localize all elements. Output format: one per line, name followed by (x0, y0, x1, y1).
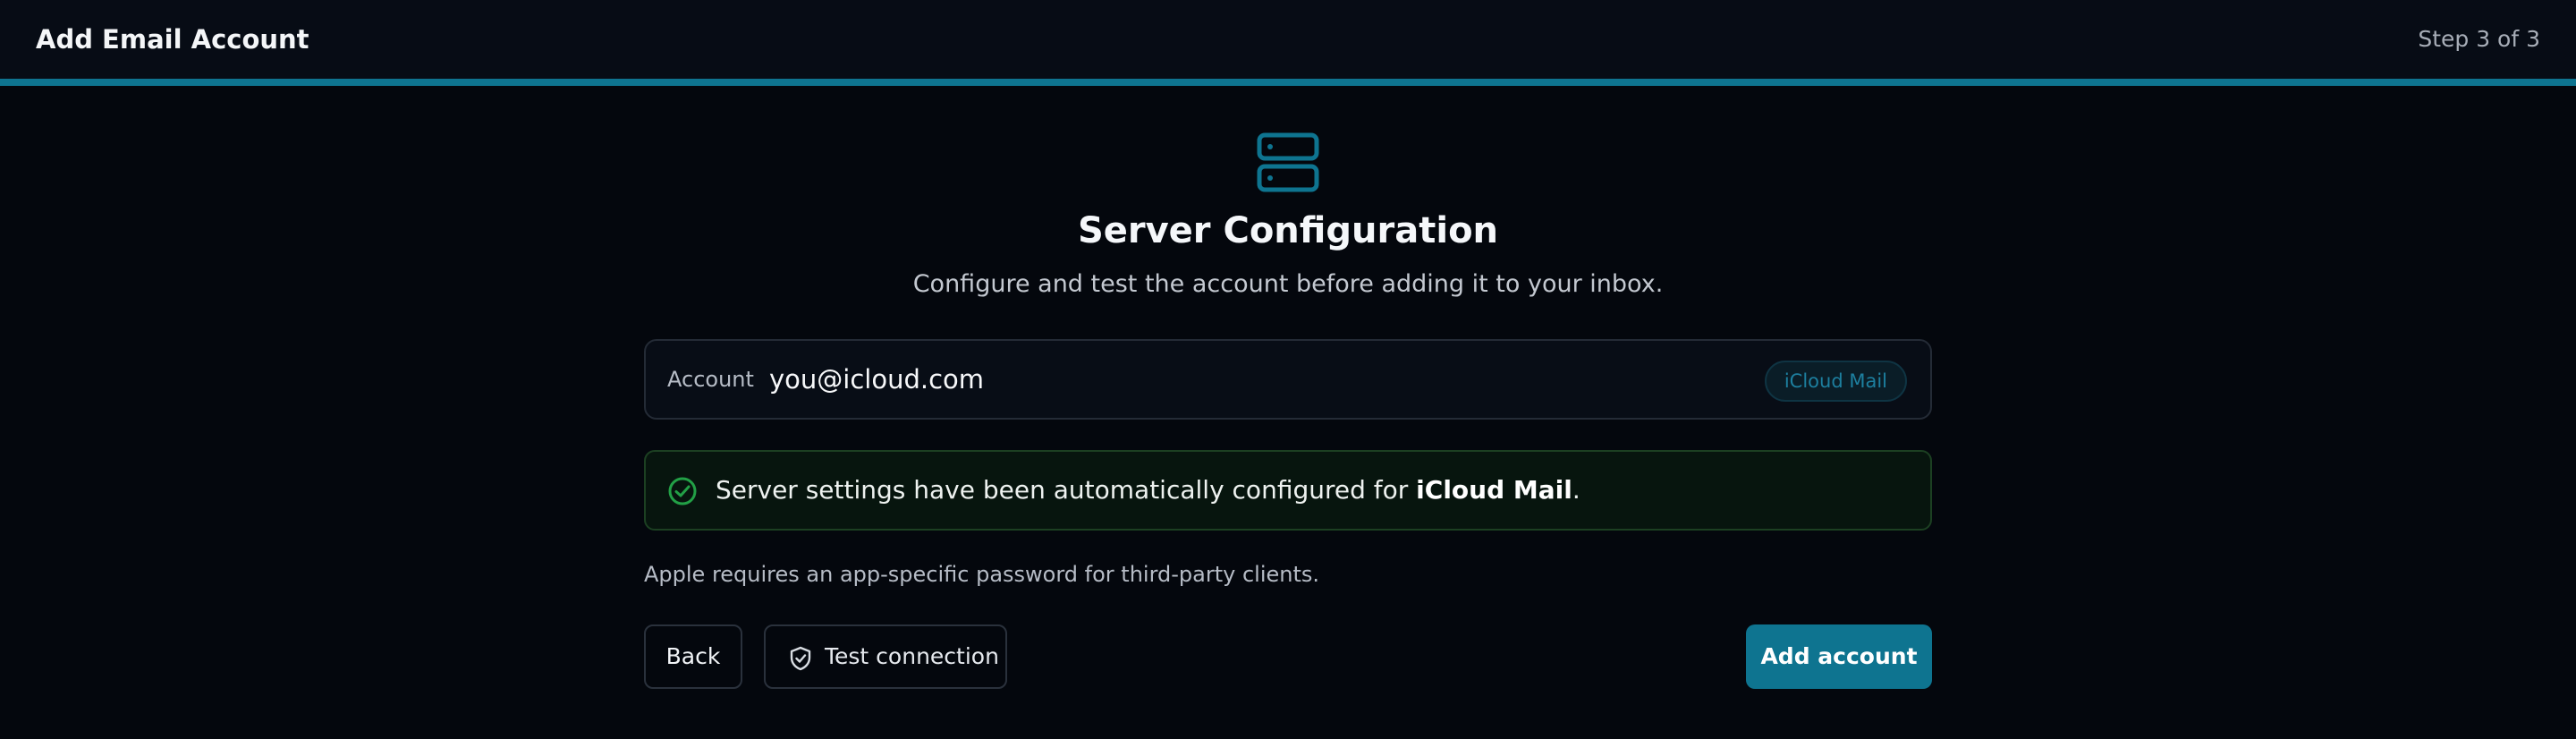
step-indicator: Step 3 of 3 (2418, 26, 2540, 52)
auto-config-message-prefix: Server settings have been automatically … (716, 475, 1417, 505)
back-button[interactable]: Back (644, 624, 742, 689)
provider-badge: iCloud Mail (1764, 361, 1907, 402)
auto-config-message: Server settings have been automatically … (716, 452, 1580, 529)
app-password-note: Apple requires an app-specific password … (644, 562, 1320, 587)
check-circle-icon (668, 477, 697, 505)
auto-config-message-suffix: . (1572, 475, 1580, 505)
account-label: Account (667, 367, 754, 392)
page-subtitle: Configure and test the account before ad… (912, 270, 1664, 298)
test-connection-button[interactable]: Test connection (764, 624, 1007, 689)
dialog-title: Add Email Account (36, 24, 309, 55)
auto-config-provider: iCloud Mail (1416, 475, 1572, 505)
header-bar: Add Email Account Step 3 of 3 (0, 0, 2576, 86)
auto-config-alert: Server settings have been automatically … (644, 450, 1932, 531)
account-summary: Account you@icloud.com iCloud Mail (644, 339, 1932, 420)
server-icon (1257, 132, 1319, 192)
test-connection-label: Test connection (825, 643, 999, 669)
shield-check-icon (790, 646, 811, 671)
account-email: you@icloud.com (769, 364, 985, 395)
add-account-button[interactable]: Add account (1746, 624, 1932, 689)
page-title: Server Configuration (1077, 210, 1499, 251)
